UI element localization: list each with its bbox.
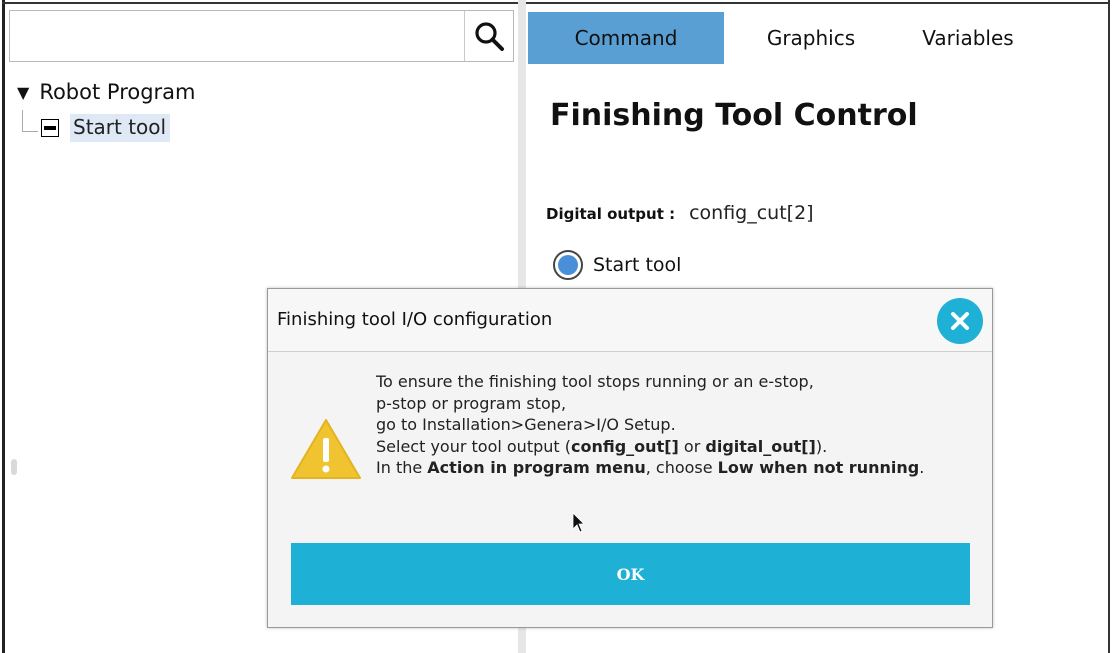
- start-tool-option[interactable]: Start tool: [553, 250, 681, 280]
- tree-search-bar[interactable]: [9, 10, 514, 62]
- scroll-handle: [11, 459, 17, 475]
- close-icon: [951, 312, 969, 330]
- search-divider: [464, 11, 465, 61]
- warning-icon: [291, 419, 361, 479]
- tree-connector: [22, 131, 38, 132]
- search-icon[interactable]: [473, 20, 505, 52]
- start-tool-radio-label: Start tool: [593, 254, 682, 276]
- digital-output-row: Digital output : config_cut[2]: [546, 202, 814, 224]
- ok-button[interactable]: OK: [291, 543, 970, 605]
- close-button[interactable]: [937, 298, 983, 344]
- digital-output-value: config_cut[2]: [689, 202, 814, 224]
- tab-variables[interactable]: Variables: [898, 12, 1038, 64]
- message-text: Select your tool output (: [376, 436, 571, 456]
- tab-bar: Command Graphics Variables: [528, 12, 1108, 64]
- program-tree: ▼ Robot Program Start tool: [17, 80, 196, 142]
- message-text: .: [919, 458, 925, 477]
- dialog-title: Finishing tool I/O configuration: [277, 309, 553, 330]
- message-text: or: [678, 436, 706, 456]
- tree-search-input[interactable]: [14, 15, 458, 57]
- digital-output-label: Digital output :: [546, 205, 676, 223]
- tab-command[interactable]: Command: [528, 12, 724, 64]
- start-tool-radio[interactable]: [553, 250, 583, 280]
- page-title: Finishing Tool Control: [550, 98, 918, 133]
- expand-toggle-icon[interactable]: ▼: [17, 83, 29, 102]
- node-type-icon: [41, 119, 59, 137]
- tree-node-robot-program[interactable]: ▼ Robot Program: [17, 80, 196, 104]
- message-line: Select your tool output (config_out[] or…: [376, 436, 961, 458]
- dialog-header: Finishing tool I/O configuration: [268, 289, 992, 352]
- message-text: , choose: [645, 458, 718, 477]
- radio-selected-dot: [558, 255, 578, 275]
- dialog-body: To ensure the finishing tool stops runni…: [268, 352, 992, 627]
- message-line: To ensure the finishing tool stops runni…: [376, 372, 814, 391]
- window-border-right: [1108, 0, 1110, 653]
- mouse-cursor-icon: [572, 512, 585, 533]
- message-line: In the Action in program menu, choose Lo…: [376, 457, 961, 479]
- tab-graphics[interactable]: Graphics: [724, 12, 898, 64]
- tree-node-label: Start tool: [70, 114, 171, 142]
- message-text: In the: [376, 458, 428, 477]
- message-emphasis: digital_out[]: [705, 436, 816, 456]
- dialog-message: To ensure the finishing tool stops runni…: [376, 371, 961, 479]
- message-line: p-stop or program stop,: [376, 393, 567, 413]
- tree-node-start-tool[interactable]: Start tool: [41, 114, 171, 142]
- message-line: go to Installation>Genera>I/O Setup.: [376, 415, 676, 434]
- message-emphasis: config_out[]: [571, 436, 679, 456]
- message-emphasis: Low when not running: [717, 458, 920, 477]
- message-emphasis: Action in program menu: [427, 458, 646, 477]
- message-text: ).: [815, 436, 828, 456]
- io-configuration-dialog: Finishing tool I/O configuration To ensu…: [267, 288, 993, 628]
- tree-connector: [22, 110, 23, 132]
- tree-root-label: Robot Program: [39, 80, 196, 104]
